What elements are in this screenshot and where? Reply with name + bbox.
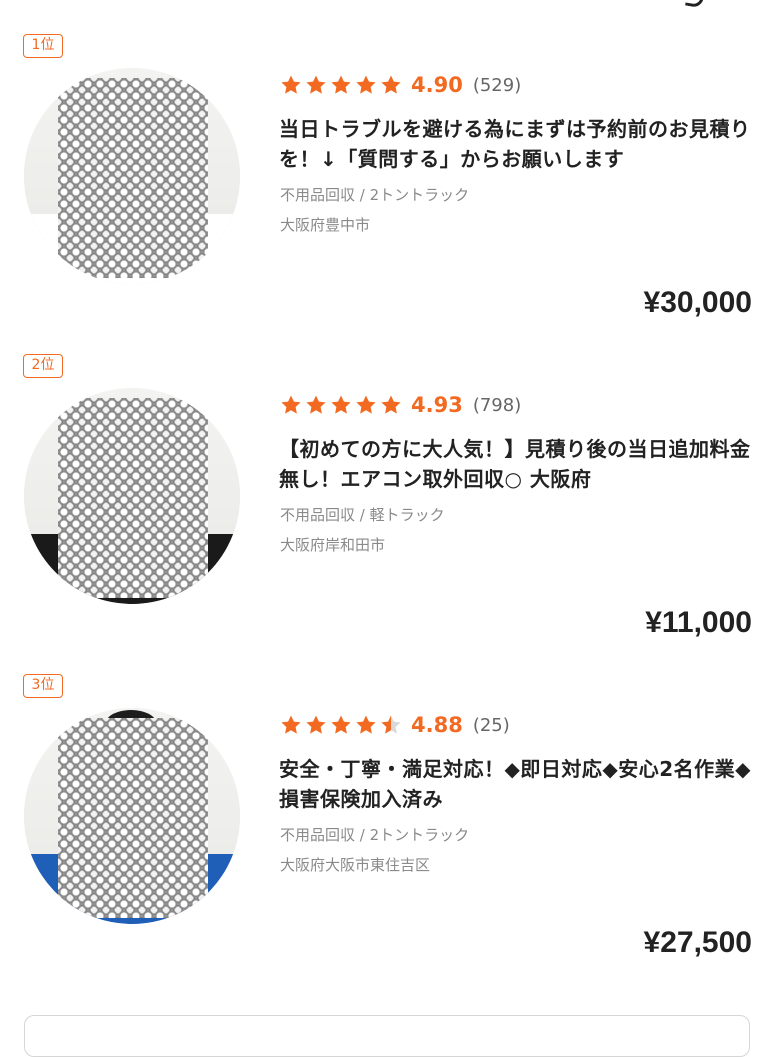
star-icon xyxy=(381,715,401,734)
service-category: 不用品回収 / 2トントラック xyxy=(280,826,470,844)
star-icon xyxy=(331,75,351,94)
star-icon xyxy=(281,395,301,414)
star-icon xyxy=(306,715,326,734)
rank-badge: 3位 xyxy=(23,674,63,698)
price: ¥27,500 xyxy=(643,926,752,959)
star-icon xyxy=(356,395,376,414)
star-rating xyxy=(280,74,405,96)
face-mosaic xyxy=(58,398,208,598)
star-icon xyxy=(331,715,351,734)
pro-location: 大阪府豊中市 xyxy=(280,216,371,234)
pro-location: 大阪府大阪市東住吉区 xyxy=(280,856,431,874)
star-icon xyxy=(281,715,301,734)
star-icon xyxy=(381,395,401,414)
review-count: (25) xyxy=(472,714,510,736)
face-mosaic xyxy=(58,78,208,278)
price: ¥11,000 xyxy=(645,606,752,639)
rating-score: 4.93 xyxy=(411,393,463,417)
star-icon xyxy=(306,395,326,414)
pro-card[interactable]: 2位 4.93 (798) 【初めての方に大人気！】見積り後の当日追加料金無し！… xyxy=(0,320,772,640)
price: ¥30,000 xyxy=(643,286,752,319)
star-icon xyxy=(331,395,351,414)
bottom-card[interactable] xyxy=(24,1015,750,1057)
star-rating xyxy=(280,714,405,736)
pro-title[interactable]: 【初めての方に大人気！】見積り後の当日追加料金無し！エアコン取外回収○ 大阪府 xyxy=(279,434,759,494)
service-category: 不用品回収 / 軽トラック xyxy=(280,506,445,524)
review-count: (529) xyxy=(472,74,522,96)
pro-avatar[interactable] xyxy=(24,388,240,604)
star-icon xyxy=(281,75,301,94)
rating-score: 4.90 xyxy=(411,73,463,97)
star-icon xyxy=(306,75,326,94)
pro-avatar[interactable] xyxy=(24,68,240,284)
rating-row: 4.93 (798) xyxy=(280,390,521,420)
rating-row: 4.88 (25) xyxy=(280,710,510,740)
pro-avatar[interactable] xyxy=(24,708,240,924)
star-icon xyxy=(356,715,376,734)
pro-card[interactable]: 3位 4.88 (25) 安全・丁寧・満足対応！◆即日対応◆安心2名作業◆損害保… xyxy=(0,640,772,960)
rating-row: 4.90 (529) xyxy=(280,70,521,100)
star-icon xyxy=(356,75,376,94)
pro-location: 大阪府岸和田市 xyxy=(280,536,386,554)
rank-badge: 2位 xyxy=(23,354,63,378)
pro-title[interactable]: 当日トラブルを避ける為にまずは予約前のお見積りを！↓「質問する」からお願いします xyxy=(279,114,759,174)
service-category: 不用品回収 / 2トントラック xyxy=(280,186,470,204)
pro-card[interactable]: 1位 4.90 (529) 当日トラブルを避ける為にまずは予約前のお見積りを！↓… xyxy=(0,0,772,320)
rating-score: 4.88 xyxy=(411,713,463,737)
star-icon xyxy=(381,75,401,94)
review-count: (798) xyxy=(472,394,522,416)
pro-title[interactable]: 安全・丁寧・満足対応！◆即日対応◆安心2名作業◆損害保険加入済み xyxy=(279,754,759,814)
face-mosaic xyxy=(58,718,208,918)
rank-badge: 1位 xyxy=(23,34,63,58)
star-rating xyxy=(280,394,405,416)
